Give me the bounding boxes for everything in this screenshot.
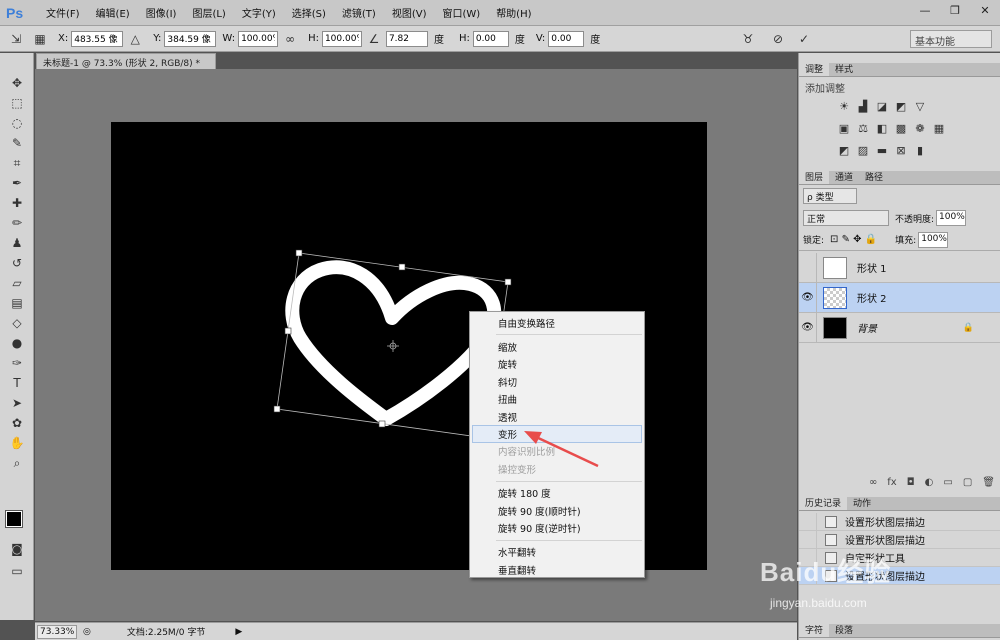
red-arrow-annotation (524, 431, 599, 468)
annotation-layer (524, 431, 599, 468)
watermark-url: jingyan.baidu.com (770, 596, 867, 610)
baidu-watermark: Baidu经验 (760, 557, 892, 587)
